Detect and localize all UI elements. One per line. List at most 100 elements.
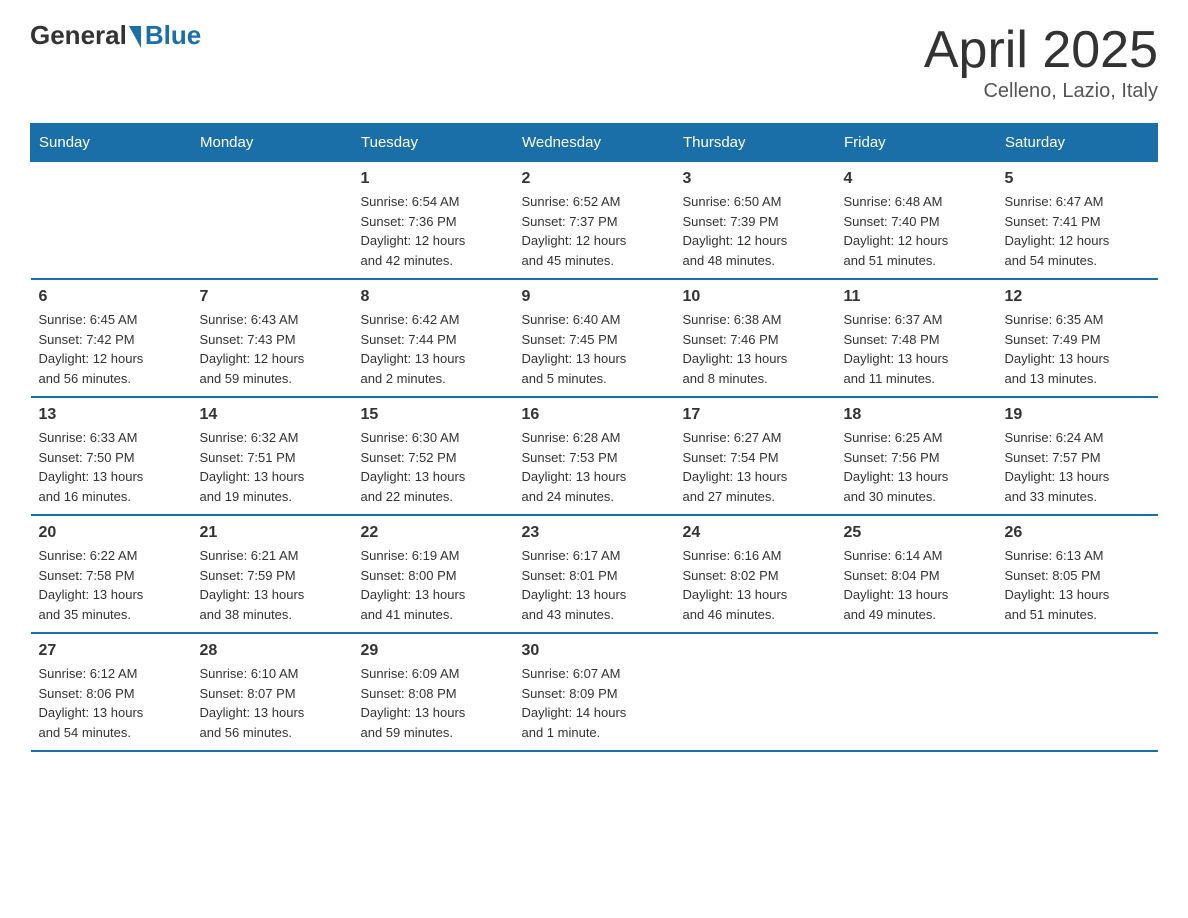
calendar-cell [675,633,836,751]
weekday-header-sunday: Sunday [31,124,192,162]
calendar-cell: 29 Sunrise: 6:09 AM Sunset: 8:08 PM Dayli… [353,633,514,751]
weekday-header-monday: Monday [192,124,353,162]
calendar-week-row: 27 Sunrise: 6:12 AM Sunset: 8:06 PM Dayli… [31,633,1158,751]
day-info: Sunrise: 6:42 AM Sunset: 7:44 PM Dayligh… [361,310,506,388]
day-info: Sunrise: 6:22 AM Sunset: 7:58 PM Dayligh… [39,546,184,624]
day-info: Sunrise: 6:38 AM Sunset: 7:46 PM Dayligh… [683,310,828,388]
calendar-cell: 7Sunrise: 6:43 AM Sunset: 7:43 PM Daylig… [192,279,353,397]
logo-blue-text: Blue [145,20,201,51]
calendar-cell: 19Sunrise: 6:24 AM Sunset: 7:57 PM Dayli… [997,397,1158,515]
day-number: 18 [844,406,989,424]
logo: General Blue [30,20,201,51]
day-number: 13 [39,406,184,424]
day-info: Sunrise: 6:37 AM Sunset: 7:48 PM Dayligh… [844,310,989,388]
calendar-week-row: 13 Sunrise: 6:33 AM Sunset: 7:50 PM Dayli… [31,397,1158,515]
day-number: 6 [39,288,184,306]
day-number: 17 [683,406,828,424]
calendar-cell: 22Sunrise: 6:19 AM Sunset: 8:00 PM Dayli… [353,515,514,633]
day-number: 5 [1005,170,1150,188]
calendar-cell: 26 Sunrise: 6:13 AM Sunset: 8:05 PM Dayli… [997,515,1158,633]
day-info: Sunrise: 6:17 AM Sunset: 8:01 PM Dayligh… [522,546,667,624]
calendar-cell: 16Sunrise: 6:28 AM Sunset: 7:53 PM Dayli… [514,397,675,515]
day-number: 26 [1005,524,1150,542]
day-number: 25 [844,524,989,542]
day-info: Sunrise: 6:09 AM Sunset: 8:08 PM Dayligh… [361,664,506,742]
calendar-cell: 10 Sunrise: 6:38 AM Sunset: 7:46 PM Dayli… [675,279,836,397]
day-number: 28 [200,642,345,660]
weekday-header-friday: Friday [836,124,997,162]
day-number: 21 [200,524,345,542]
weekday-header-saturday: Saturday [997,124,1158,162]
calendar-cell: 5 Sunrise: 6:47 AM Sunset: 7:41 PM Daylig… [997,162,1158,280]
day-info: Sunrise: 6:19 AM Sunset: 8:00 PM Dayligh… [361,546,506,624]
day-info: Sunrise: 6:45 AM Sunset: 7:42 PM Dayligh… [39,310,184,388]
calendar-cell: 8 Sunrise: 6:42 AM Sunset: 7:44 PM Daylig… [353,279,514,397]
day-info: Sunrise: 6:07 AM Sunset: 8:09 PM Dayligh… [522,664,667,742]
day-number: 12 [1005,288,1150,306]
day-number: 1 [361,170,506,188]
calendar-cell: 30 Sunrise: 6:07 AM Sunset: 8:09 PM Dayli… [514,633,675,751]
calendar-cell: 23Sunrise: 6:17 AM Sunset: 8:01 PM Dayli… [514,515,675,633]
weekday-header-tuesday: Tuesday [353,124,514,162]
calendar-cell: 12 Sunrise: 6:35 AM Sunset: 7:49 PM Dayli… [997,279,1158,397]
calendar-cell: 2Sunrise: 6:52 AM Sunset: 7:37 PM Daylig… [514,162,675,280]
day-info: Sunrise: 6:43 AM Sunset: 7:43 PM Dayligh… [200,310,345,388]
calendar-header-row: SundayMondayTuesdayWednesdayThursdayFrid… [31,124,1158,162]
day-info: Sunrise: 6:25 AM Sunset: 7:56 PM Dayligh… [844,428,989,506]
day-info: Sunrise: 6:40 AM Sunset: 7:45 PM Dayligh… [522,310,667,388]
calendar-cell: 27 Sunrise: 6:12 AM Sunset: 8:06 PM Dayli… [31,633,192,751]
day-number: 20 [39,524,184,542]
month-title: April 2025 [924,20,1158,80]
calendar-table: SundayMondayTuesdayWednesdayThursdayFrid… [30,123,1158,752]
day-number: 14 [200,406,345,424]
calendar-cell: 13 Sunrise: 6:33 AM Sunset: 7:50 PM Dayli… [31,397,192,515]
day-number: 9 [522,288,667,306]
day-number: 27 [39,642,184,660]
day-info: Sunrise: 6:48 AM Sunset: 7:40 PM Dayligh… [844,192,989,270]
day-info: Sunrise: 6:35 AM Sunset: 7:49 PM Dayligh… [1005,310,1150,388]
day-number: 29 [361,642,506,660]
day-number: 15 [361,406,506,424]
day-number: 30 [522,642,667,660]
calendar-cell: 1Sunrise: 6:54 AM Sunset: 7:36 PM Daylig… [353,162,514,280]
calendar-cell [997,633,1158,751]
calendar-cell: 24 Sunrise: 6:16 AM Sunset: 8:02 PM Dayli… [675,515,836,633]
weekday-header-thursday: Thursday [675,124,836,162]
weekday-header-wednesday: Wednesday [514,124,675,162]
day-info: Sunrise: 6:50 AM Sunset: 7:39 PM Dayligh… [683,192,828,270]
day-info: Sunrise: 6:16 AM Sunset: 8:02 PM Dayligh… [683,546,828,624]
calendar-week-row: 6 Sunrise: 6:45 AM Sunset: 7:42 PM Daylig… [31,279,1158,397]
location-title: Celleno, Lazio, Italy [924,80,1158,103]
calendar-cell: 21 Sunrise: 6:21 AM Sunset: 7:59 PM Dayli… [192,515,353,633]
calendar-cell: 3 Sunrise: 6:50 AM Sunset: 7:39 PM Daylig… [675,162,836,280]
day-number: 24 [683,524,828,542]
calendar-cell: 9 Sunrise: 6:40 AM Sunset: 7:45 PM Daylig… [514,279,675,397]
title-section: April 2025 Celleno, Lazio, Italy [924,20,1158,103]
day-number: 16 [522,406,667,424]
calendar-cell: 11 Sunrise: 6:37 AM Sunset: 7:48 PM Dayli… [836,279,997,397]
day-number: 11 [844,288,989,306]
calendar-cell: 28 Sunrise: 6:10 AM Sunset: 8:07 PM Dayli… [192,633,353,751]
calendar-cell [31,162,192,280]
day-info: Sunrise: 6:30 AM Sunset: 7:52 PM Dayligh… [361,428,506,506]
day-info: Sunrise: 6:21 AM Sunset: 7:59 PM Dayligh… [200,546,345,624]
day-info: Sunrise: 6:47 AM Sunset: 7:41 PM Dayligh… [1005,192,1150,270]
calendar-cell: 6 Sunrise: 6:45 AM Sunset: 7:42 PM Daylig… [31,279,192,397]
calendar-week-row: 20 Sunrise: 6:22 AM Sunset: 7:58 PM Dayli… [31,515,1158,633]
day-number: 3 [683,170,828,188]
day-number: 8 [361,288,506,306]
calendar-cell: 4Sunrise: 6:48 AM Sunset: 7:40 PM Daylig… [836,162,997,280]
page-header: General Blue April 2025 Celleno, Lazio, … [30,20,1158,103]
calendar-cell: 15 Sunrise: 6:30 AM Sunset: 7:52 PM Dayli… [353,397,514,515]
logo-general-text: General [30,20,127,51]
day-info: Sunrise: 6:33 AM Sunset: 7:50 PM Dayligh… [39,428,184,506]
calendar-cell: 25Sunrise: 6:14 AM Sunset: 8:04 PM Dayli… [836,515,997,633]
calendar-cell: 18 Sunrise: 6:25 AM Sunset: 7:56 PM Dayli… [836,397,997,515]
calendar-cell: 17Sunrise: 6:27 AM Sunset: 7:54 PM Dayli… [675,397,836,515]
day-info: Sunrise: 6:52 AM Sunset: 7:37 PM Dayligh… [522,192,667,270]
calendar-week-row: 1Sunrise: 6:54 AM Sunset: 7:36 PM Daylig… [31,162,1158,280]
day-info: Sunrise: 6:12 AM Sunset: 8:06 PM Dayligh… [39,664,184,742]
day-info: Sunrise: 6:13 AM Sunset: 8:05 PM Dayligh… [1005,546,1150,624]
day-info: Sunrise: 6:10 AM Sunset: 8:07 PM Dayligh… [200,664,345,742]
day-number: 10 [683,288,828,306]
